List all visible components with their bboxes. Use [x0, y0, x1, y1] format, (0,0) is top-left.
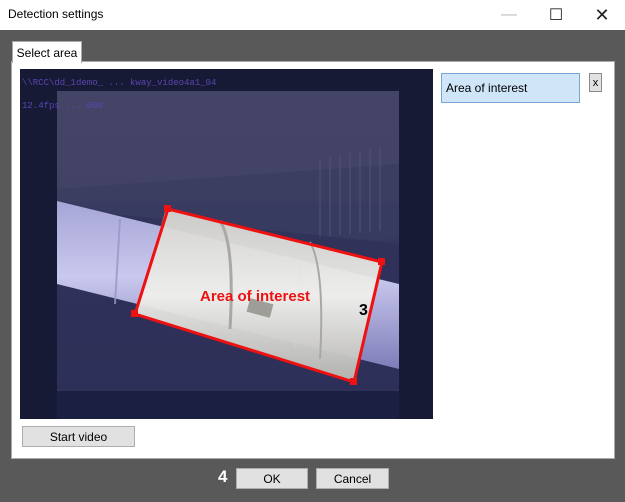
- title-bar: Detection settings — ☐ ✕: [0, 0, 625, 30]
- video-preview[interactable]: \\RCC\dd_1demo_ ... kway_video4a1_04 12.…: [20, 69, 433, 419]
- tab-select-area[interactable]: Select area: [12, 41, 82, 63]
- start-video-button[interactable]: Start video: [22, 426, 135, 447]
- window-title: Detection settings: [8, 7, 104, 21]
- ok-button[interactable]: OK: [236, 468, 308, 489]
- video-path-overlay: \\RCC\dd_1demo_ ... kway_video4a1_04: [22, 78, 216, 88]
- step-number-3: 3: [359, 302, 368, 319]
- area-vertex-handle[interactable]: [350, 378, 357, 385]
- area-list-item-label: Area of interest: [446, 81, 528, 95]
- cancel-button[interactable]: Cancel: [316, 468, 389, 489]
- area-label: Area of interest: [200, 288, 310, 305]
- maximize-button[interactable]: ☐: [533, 0, 579, 30]
- area-vertex-handle[interactable]: [164, 205, 171, 212]
- minimize-button[interactable]: —: [486, 0, 532, 30]
- area-list-item-selected[interactable]: Area of interest: [441, 73, 580, 103]
- area-vertex-handle[interactable]: [378, 258, 385, 265]
- close-button[interactable]: ✕: [579, 0, 625, 30]
- area-vertex-handle[interactable]: [131, 310, 138, 317]
- remove-area-button[interactable]: x: [589, 73, 602, 92]
- step-number-4: 4: [218, 467, 228, 486]
- video-fps-overlay: 12.4fps ... 000: [22, 101, 103, 111]
- video-frame: \\RCC\dd_1demo_ ... kway_video4a1_04 12.…: [20, 69, 433, 419]
